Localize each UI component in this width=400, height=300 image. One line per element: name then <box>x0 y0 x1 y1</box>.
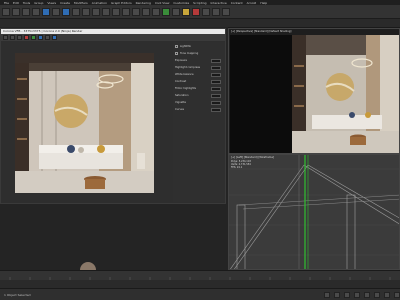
scale-icon[interactable] <box>82 7 90 16</box>
menu-scripting[interactable]: Scripting <box>193 1 206 5</box>
frame-buffer-window[interactable]: Corona VFB - 3375x3375 | Corona 2.0 (Nin… <box>0 28 226 204</box>
play-icon[interactable] <box>354 291 360 298</box>
main-toolbar <box>0 5 400 19</box>
setting-row[interactable]: Curves <box>175 107 223 112</box>
snap-icon[interactable] <box>92 7 100 16</box>
rotate-icon[interactable] <box>72 7 80 16</box>
alpha-channel-icon[interactable] <box>45 35 50 40</box>
menu-group[interactable]: Group <box>34 1 43 5</box>
render-frame-icon[interactable] <box>182 7 190 16</box>
render-image-graphic <box>15 53 154 193</box>
menu-modifiers[interactable]: Modifiers <box>74 1 88 5</box>
red-channel-icon[interactable] <box>24 35 29 40</box>
status-bar: 1 Object Selected <box>0 288 400 300</box>
render-icon[interactable] <box>192 7 200 16</box>
wireframe-graphic <box>229 155 399 269</box>
viewport-statistics: Polys: 5,234,118 Verts: 2,731,554 FPS: 2… <box>231 160 251 169</box>
schematic-icon[interactable] <box>152 7 160 16</box>
lock-icon[interactable] <box>324 291 330 298</box>
viewport-label[interactable]: [+] [Left] [Standard] [Wireframe] <box>231 156 274 159</box>
setting-row[interactable]: Tone mapping <box>175 51 223 56</box>
auto-key-icon[interactable] <box>334 291 340 298</box>
menu-rendering[interactable]: Rendering <box>136 1 151 5</box>
track-bar[interactable] <box>0 280 400 288</box>
menu-customize[interactable]: Customize <box>173 1 189 5</box>
clear-icon[interactable] <box>17 35 22 40</box>
move-icon[interactable] <box>62 7 70 16</box>
blue-channel-icon[interactable] <box>38 35 43 40</box>
frame-buffer-toolbar <box>1 34 225 41</box>
align-icon[interactable] <box>122 7 130 16</box>
menu-views[interactable]: Views <box>47 1 56 5</box>
pan-icon[interactable] <box>384 291 390 298</box>
value-field[interactable] <box>211 100 221 105</box>
value-field[interactable] <box>211 93 221 98</box>
render-image <box>15 53 154 193</box>
select-icon[interactable] <box>42 7 50 16</box>
zoom-icon[interactable] <box>364 291 370 298</box>
menu-content[interactable]: Content <box>231 1 243 5</box>
setting-row[interactable]: Vignette <box>175 100 223 105</box>
mirror-icon[interactable] <box>112 7 120 16</box>
viewport-scene <box>292 35 399 153</box>
value-field[interactable] <box>211 86 221 91</box>
setting-row[interactable]: White balance <box>175 72 223 77</box>
material-editor-icon[interactable] <box>162 7 170 16</box>
set-key-icon[interactable] <box>344 291 350 298</box>
teapot-icon[interactable] <box>202 7 210 16</box>
setting-row[interactable]: Saturation <box>175 93 223 98</box>
viewport-label[interactable]: [+] [Perspective] [Standard] [Default Sh… <box>231 30 291 33</box>
select-region-icon[interactable] <box>52 7 60 16</box>
menu-tools[interactable]: Tools <box>23 1 30 5</box>
checkbox[interactable] <box>175 52 178 55</box>
setting-row[interactable]: Exposure <box>175 58 223 63</box>
undo-icon[interactable] <box>2 7 10 16</box>
workspace-icon[interactable] <box>212 7 220 16</box>
value-field[interactable] <box>211 72 221 77</box>
value-field[interactable] <box>211 107 221 112</box>
menu-create[interactable]: Create <box>60 1 70 5</box>
orbit-icon[interactable] <box>374 291 380 298</box>
angle-snap-icon[interactable] <box>102 7 110 16</box>
menu-graph-editors[interactable]: Graph Editors <box>111 1 132 5</box>
frame-buffer-settings-panel: LightMix Tone mapping Exposure Highlight… <box>173 42 225 202</box>
setting-row[interactable]: LightMix <box>175 44 223 49</box>
viewport-scene-graphic <box>292 35 399 153</box>
render-setup-icon[interactable] <box>172 7 180 16</box>
link-icon[interactable] <box>22 7 30 16</box>
curve-editor-icon[interactable] <box>142 7 150 16</box>
viewport-safe-frame-area <box>230 35 293 153</box>
menu-civil-view[interactable]: Civil View <box>155 1 169 5</box>
menu-edit[interactable]: Edit <box>13 1 19 5</box>
value-field[interactable] <box>211 79 221 84</box>
setting-row[interactable]: Filmic highlights <box>175 86 223 91</box>
menu-file[interactable]: File <box>4 1 9 5</box>
layer-icon[interactable] <box>132 7 140 16</box>
setting-row[interactable]: Contrast <box>175 79 223 84</box>
save-icon[interactable] <box>3 35 8 40</box>
status-text: 1 Object Selected <box>4 292 31 297</box>
green-channel-icon[interactable] <box>31 35 36 40</box>
menu-arnold[interactable]: Arnold <box>247 1 257 5</box>
value-field[interactable] <box>211 58 221 63</box>
value-field[interactable] <box>211 65 221 70</box>
unlink-icon[interactable] <box>32 7 40 16</box>
viewport-perspective[interactable]: [+] [Perspective] [Standard] [Default Sh… <box>228 28 400 154</box>
sign-in-icon[interactable] <box>222 7 230 16</box>
render-button-icon[interactable] <box>52 35 57 40</box>
menu-animation[interactable]: Animation <box>92 1 107 5</box>
redo-icon[interactable] <box>12 7 20 16</box>
menu-help[interactable]: Help <box>260 1 267 5</box>
copy-icon[interactable] <box>10 35 15 40</box>
maximize-viewport-icon[interactable] <box>394 291 400 298</box>
viewport-left-wireframe[interactable]: [+] [Left] [Standard] [Wireframe] Polys:… <box>228 154 400 270</box>
checkbox[interactable] <box>175 45 178 48</box>
setting-row[interactable]: Highlight compress <box>175 65 223 70</box>
menu-interactive[interactable]: Interactive <box>211 1 227 5</box>
